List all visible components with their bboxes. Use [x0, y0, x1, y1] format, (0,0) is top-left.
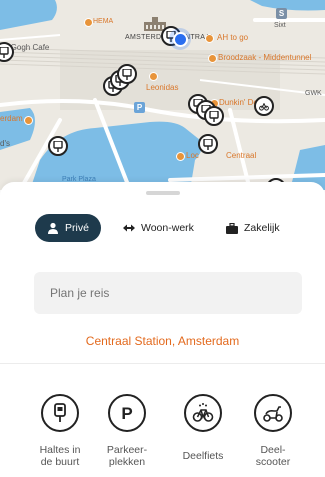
bus-stop-pin[interactable] — [204, 106, 224, 126]
map-label-broodzaak: Broodzaak - Middentunnel — [218, 53, 312, 62]
tile-parkeer-label: Parkeer- plekken — [106, 444, 148, 468]
map-view[interactable]: HEMA AMSTERDAM CENTRAAL AH to go Sixt n … — [0, 0, 325, 190]
bus-stop-pin[interactable] — [117, 64, 137, 84]
poi-marker[interactable] — [205, 34, 214, 43]
segment-woon-werk[interactable]: Woon-werk — [123, 214, 194, 242]
tile-parkeerplekken[interactable]: P Parkeer- plekken — [92, 394, 162, 468]
tile-haltes-label: Haltes in de buurt — [39, 444, 81, 468]
bike-share-icon — [184, 394, 222, 432]
poi-marker[interactable] — [208, 54, 217, 63]
bus-stop-pin[interactable] — [48, 136, 68, 156]
map-label-loco-centraal: Centraal — [226, 151, 257, 160]
divider — [0, 363, 325, 364]
tile-deelfiets[interactable]: Deelfiets — [168, 394, 238, 462]
poi-marker[interactable] — [176, 152, 185, 161]
scooter-icon — [254, 394, 292, 432]
bottom-sheet: Privé Woon-werk Zakelijk Centraal Statio… — [0, 182, 325, 477]
poi-marker[interactable] — [24, 116, 33, 125]
plan-journey-input[interactable] — [34, 272, 302, 314]
person-icon — [47, 222, 59, 234]
parking-marker[interactable]: P — [134, 102, 145, 113]
map-label-ds: d's — [0, 139, 10, 148]
segment-prive-label: Privé — [65, 222, 89, 234]
map-label-gwk: GWK — [305, 90, 322, 97]
map-label-erdam: erdam — [0, 114, 23, 123]
bus-stop-icon — [41, 394, 79, 432]
sheet-grabber-handle[interactable] — [146, 191, 180, 195]
map-label-leonidas: Leonidas — [146, 83, 179, 92]
poi-marker[interactable] — [149, 72, 158, 81]
car-rental-marker[interactable]: S — [276, 8, 287, 19]
current-location-marker — [169, 28, 191, 50]
map-label-loco: Loc — [186, 151, 199, 160]
map-label-sixt: Sixt — [274, 22, 286, 29]
arrows-icon — [123, 222, 135, 234]
segment-prive[interactable]: Privé — [35, 214, 101, 242]
bike-share-pin[interactable] — [254, 96, 274, 116]
current-station-link[interactable]: Centraal Station, Amsterdam — [0, 334, 325, 348]
briefcase-icon — [226, 222, 238, 234]
map-label-hema: HEMA — [93, 18, 114, 25]
svg-text:P: P — [121, 404, 132, 423]
travel-type-segmented-control: Privé Woon-werk Zakelijk — [0, 214, 325, 242]
segment-woon-werk-label: Woon-werk — [141, 222, 194, 234]
bus-stop-pin[interactable] — [198, 134, 218, 154]
segment-zakelijk-label: Zakelijk — [244, 222, 280, 234]
map-label-ah-to-go: AH to go — [217, 33, 249, 42]
parking-icon: P — [108, 394, 146, 432]
tile-haltes-in-de-buurt[interactable]: Haltes in de buurt — [25, 394, 95, 468]
nearby-options-row: Haltes in de buurt P Parkeer- plekken De… — [0, 394, 325, 477]
tile-deelscooter-label: Deel- scooter — [255, 444, 291, 468]
tile-deelscooter[interactable]: Deel- scooter — [238, 394, 308, 468]
poi-marker[interactable] — [84, 18, 93, 27]
segment-zakelijk[interactable]: Zakelijk — [226, 214, 280, 242]
tile-deelfiets-label: Deelfiets — [182, 450, 224, 462]
